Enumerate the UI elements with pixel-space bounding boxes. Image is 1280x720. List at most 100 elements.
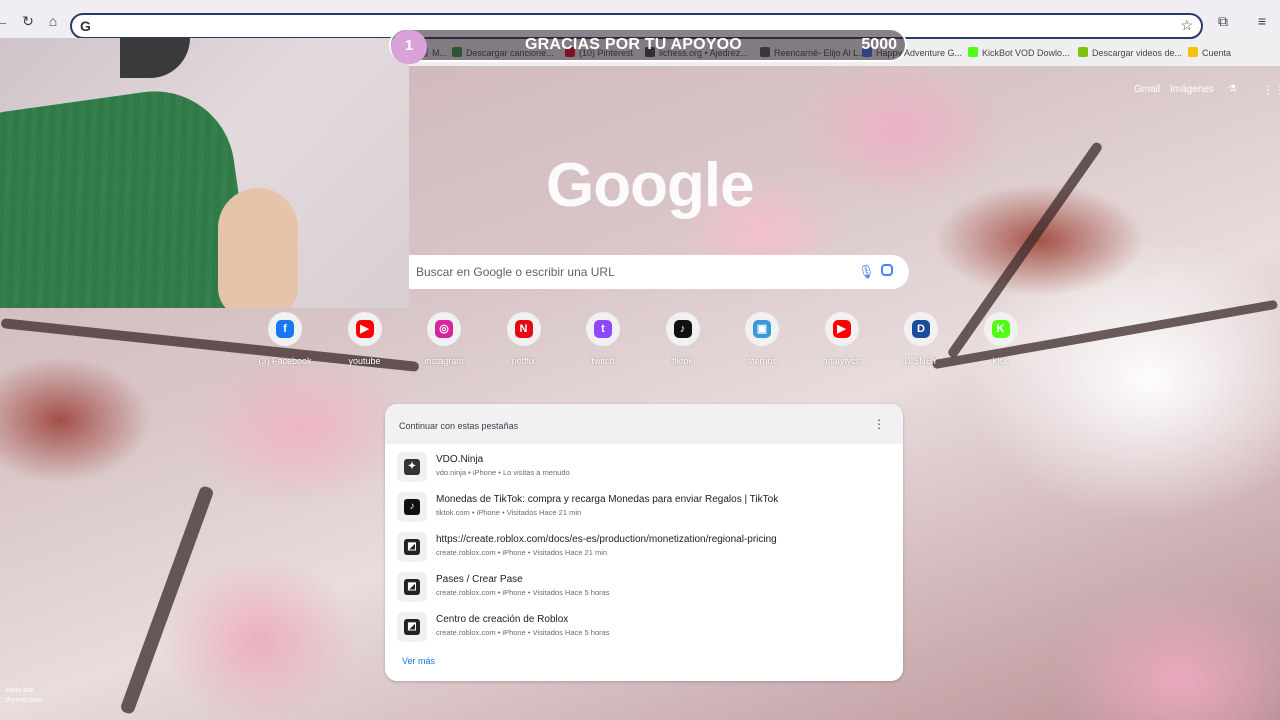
shortcut-icon: K: [983, 312, 1018, 346]
card-title: Continuar con estas pestañas: [399, 421, 519, 431]
site-favicon-icon: ◩: [397, 612, 427, 642]
background-branch: [119, 484, 215, 716]
shortcut-label: kick: [992, 356, 1009, 366]
shortcut-glyph-icon: D: [912, 320, 930, 338]
search-input[interactable]: [416, 265, 836, 279]
shortcut-tile[interactable]: t twitch: [563, 312, 643, 372]
shortcut-glyph-icon: ♪: [673, 320, 692, 338]
site-glyph-icon: ◩: [404, 579, 420, 595]
tab-subtitle: create.roblox.com • iPhone • Visitados H…: [436, 548, 608, 557]
tab-title: https://create.roblox.com/docs/es-es/pro…: [436, 534, 777, 545]
continue-tab-row[interactable]: ♪ Monedas de TikTok: compra y recarga Mon…: [397, 490, 891, 526]
bookmark-item[interactable]: Cuenta: [1188, 47, 1231, 58]
home-icon[interactable]: ⌂: [45, 13, 61, 29]
bookmark-label: Cuenta: [1202, 48, 1232, 58]
site-favicon-icon: ◩: [397, 532, 427, 562]
tab-title: VDO.Ninja: [436, 454, 484, 465]
bookmark-favicon-icon: [968, 47, 978, 57]
shortcut-glyph-icon: ▶: [832, 320, 851, 338]
tab-subtitle: vdo.ninja • iPhone • Lo visitas a menudo: [436, 468, 570, 477]
search-box: 🎙: [409, 255, 909, 289]
shortcut-tile[interactable]: Kkick: [961, 312, 1041, 372]
shortcut-label: netflix: [511, 356, 536, 366]
shortcut-glyph-icon: t: [594, 320, 612, 338]
theme-credit-line: ...eado por: [0, 687, 34, 694]
gmail-link[interactable]: Gmail: [1134, 84, 1160, 95]
continue-tab-row[interactable]: ◩ Pases / Crear Pase create.roblox.com • i…: [397, 570, 891, 606]
shortcut-glyph-icon: ▣: [753, 320, 771, 338]
labs-flask-icon[interactable]: ⚗: [1228, 84, 1237, 95]
tab-title: Monedas de TikTok: compra y recarga Mone…: [436, 494, 779, 505]
shortcut-tile[interactable]: Nnetflix: [484, 312, 564, 372]
google-lens-icon[interactable]: [881, 264, 893, 276]
webcam-object: [120, 38, 190, 78]
site-favicon-icon: ◩: [397, 572, 427, 602]
bookmark-item[interactable]: KickBot VOD Dowlo...: [968, 47, 1070, 58]
bookmark-label: KickBot VOD Dowlo...: [982, 48, 1070, 58]
tab-subtitle: tiktok.com • iPhone • Visitados Hace 21 …: [436, 508, 582, 517]
shortcut-label: youtube: [348, 356, 381, 366]
site-glyph-icon: ✦: [404, 459, 420, 475]
site-glyph-icon: ◩: [404, 619, 420, 635]
shortcut-icon: ◎: [427, 312, 461, 346]
continue-tab-row[interactable]: ◩ Centro de creación de Roblox create.robl…: [397, 610, 891, 646]
shortcut-tile[interactable]: ◎ instagram: [404, 312, 484, 372]
shortcut-glyph-icon: ▶: [355, 320, 374, 338]
shortcut-label: tiktok: [671, 356, 693, 366]
shortcut-label: twitch: [591, 356, 615, 366]
continue-tabs-card: Continuar con estas pestañas ⋮ ✦ VDO.Ninj…: [385, 404, 903, 681]
tab-subtitle: create.roblox.com • iPhone • Visitados H…: [436, 628, 610, 637]
card-header: Continuar con estas pestañas ⋮: [385, 404, 903, 444]
bookmark-star-icon[interactable]: ☆: [1180, 17, 1193, 34]
shortcut-tile[interactable]: ▶ youtube: [325, 312, 405, 372]
shortcut-label: analytycs: [822, 356, 861, 366]
images-link[interactable]: Imágenes: [1170, 84, 1214, 95]
tab-title: Pases / Crear Pase: [436, 574, 523, 585]
shortcut-icon: ▶: [824, 312, 859, 346]
shortcut-glyph-icon: ◎: [435, 320, 453, 338]
shortcut-label: DISNEY: [904, 356, 938, 366]
shortcut-label: (3) Facebook: [258, 356, 312, 366]
bookmark-favicon-icon: [1078, 47, 1088, 57]
banner-count: 5000: [861, 36, 897, 53]
reading-list-icon[interactable]: ≡: [1254, 13, 1270, 29]
microphone-icon[interactable]: 🎙: [858, 264, 875, 280]
shortcut-icon: f: [268, 312, 302, 346]
shortcut-tile[interactable]: ▶ analytycs: [802, 312, 882, 372]
shortcut-tile[interactable]: f (3) Facebook: [245, 312, 325, 372]
extensions-icon[interactable]: ⧉: [1215, 13, 1231, 29]
theme-credit-line: ...themer.com: [0, 697, 43, 704]
arrow-left-icon[interactable]: ←: [0, 13, 10, 29]
google-logo: Google: [546, 151, 755, 220]
site-favicon-icon: ♪: [397, 492, 427, 522]
google-g-icon: G: [80, 18, 91, 34]
webcam-hand: [218, 188, 298, 308]
shortcut-glyph-icon: N: [514, 320, 533, 338]
shortcut-tile[interactable]: ▣ aternos: [722, 312, 802, 372]
theme-credit[interactable]: ...eado por ...themer.com: [0, 686, 42, 706]
banner-number: 1: [391, 30, 427, 64]
more-vert-icon[interactable]: ⋮: [873, 417, 885, 431]
shortcut-glyph-icon: K: [991, 320, 1010, 338]
bookmark-favicon-icon: [1188, 47, 1198, 57]
continue-tab-row[interactable]: ✦ VDO.Ninja vdo.ninja • iPhone • Lo visita…: [397, 450, 891, 486]
shortcut-tile[interactable]: D DISNEY: [881, 312, 961, 372]
bookmark-item[interactable]: Descargar videos de...: [1078, 47, 1182, 58]
webcam-sleeve: [0, 81, 255, 308]
tab-title: Centro de creación de Roblox: [436, 614, 569, 625]
shortcut-icon: ♪: [665, 312, 700, 346]
continue-tab-row[interactable]: ◩ https://create.roblox.com/docs/es-es/pr…: [397, 530, 891, 566]
see-more-link[interactable]: Ver más: [402, 656, 435, 666]
shortcut-icon: ▣: [745, 312, 779, 346]
shortcut-tile[interactable]: ♪ tiktok: [643, 312, 723, 372]
google-apps-icon[interactable]: ⋮⋮: [1262, 84, 1280, 96]
site-glyph-icon: ♪: [404, 499, 420, 515]
reload-icon[interactable]: ↻: [20, 13, 36, 29]
bookmark-label: Descargar videos de...: [1092, 48, 1183, 58]
shortcut-icon: t: [586, 312, 620, 346]
shortcut-icon: ▶: [347, 312, 382, 346]
tab-subtitle: create.roblox.com • iPhone • Visitados H…: [436, 588, 610, 597]
banner-text: GRACIAS POR TU APOYOO: [525, 36, 742, 53]
site-favicon-icon: ✦: [397, 452, 427, 482]
webcam-overlay: [0, 38, 409, 308]
